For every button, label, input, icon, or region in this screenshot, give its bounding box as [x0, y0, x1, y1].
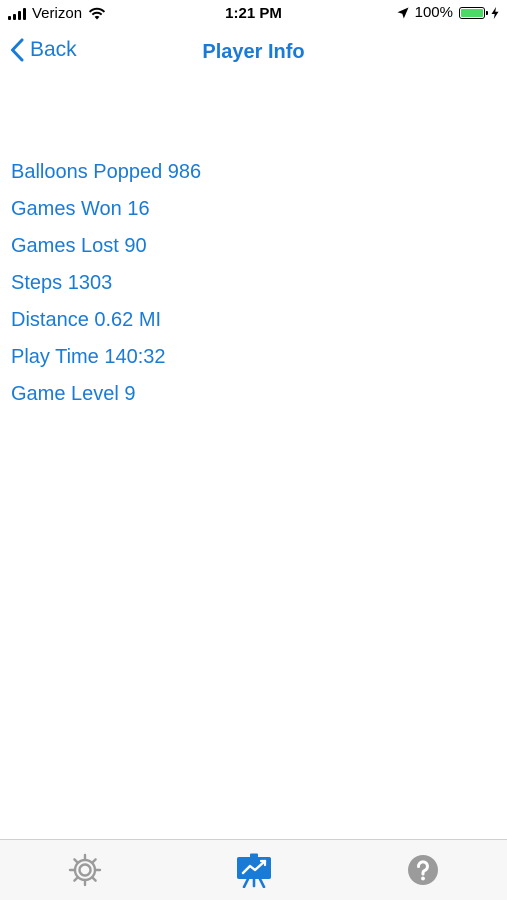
- status-bar: Verizon 1:21 PM 100%: [0, 0, 507, 28]
- stat-distance: Distance 0.62 MI: [11, 309, 162, 331]
- stat-game-level: Game Level 9: [11, 383, 136, 405]
- charging-bolt-icon: [491, 6, 499, 19]
- player-stats-list: Balloons Popped 986 Games Won 16 Games L…: [11, 158, 201, 417]
- battery-percent: 100%: [414, 4, 453, 21]
- tab-bar: [0, 839, 507, 900]
- tab-player-stats[interactable]: [169, 840, 338, 900]
- battery-icon: [459, 6, 488, 19]
- status-right: 100%: [397, 4, 499, 21]
- location-arrow-icon: [397, 7, 409, 18]
- presentation-chart-icon: [236, 853, 271, 888]
- stat-balloons-popped: Balloons Popped 986: [11, 161, 202, 183]
- stat-games-lost: Games Lost 90: [11, 235, 147, 257]
- player-info-screen: Verizon 1:21 PM 100% Back Player Info Ba…: [0, 0, 507, 900]
- battery-fill: [461, 8, 483, 17]
- stat-play-time: Play Time 140:32: [11, 346, 166, 368]
- tab-help[interactable]: [338, 840, 507, 900]
- stat-steps: Steps 1303: [11, 272, 113, 294]
- page-title: Player Info: [202, 41, 305, 63]
- question-icon: [407, 855, 438, 885]
- stat-games-won: Games Won 16: [11, 198, 150, 220]
- gear-icon: [68, 853, 101, 887]
- navigation-bar: Back Player Info: [0, 28, 507, 78]
- tab-settings[interactable]: [0, 840, 169, 900]
